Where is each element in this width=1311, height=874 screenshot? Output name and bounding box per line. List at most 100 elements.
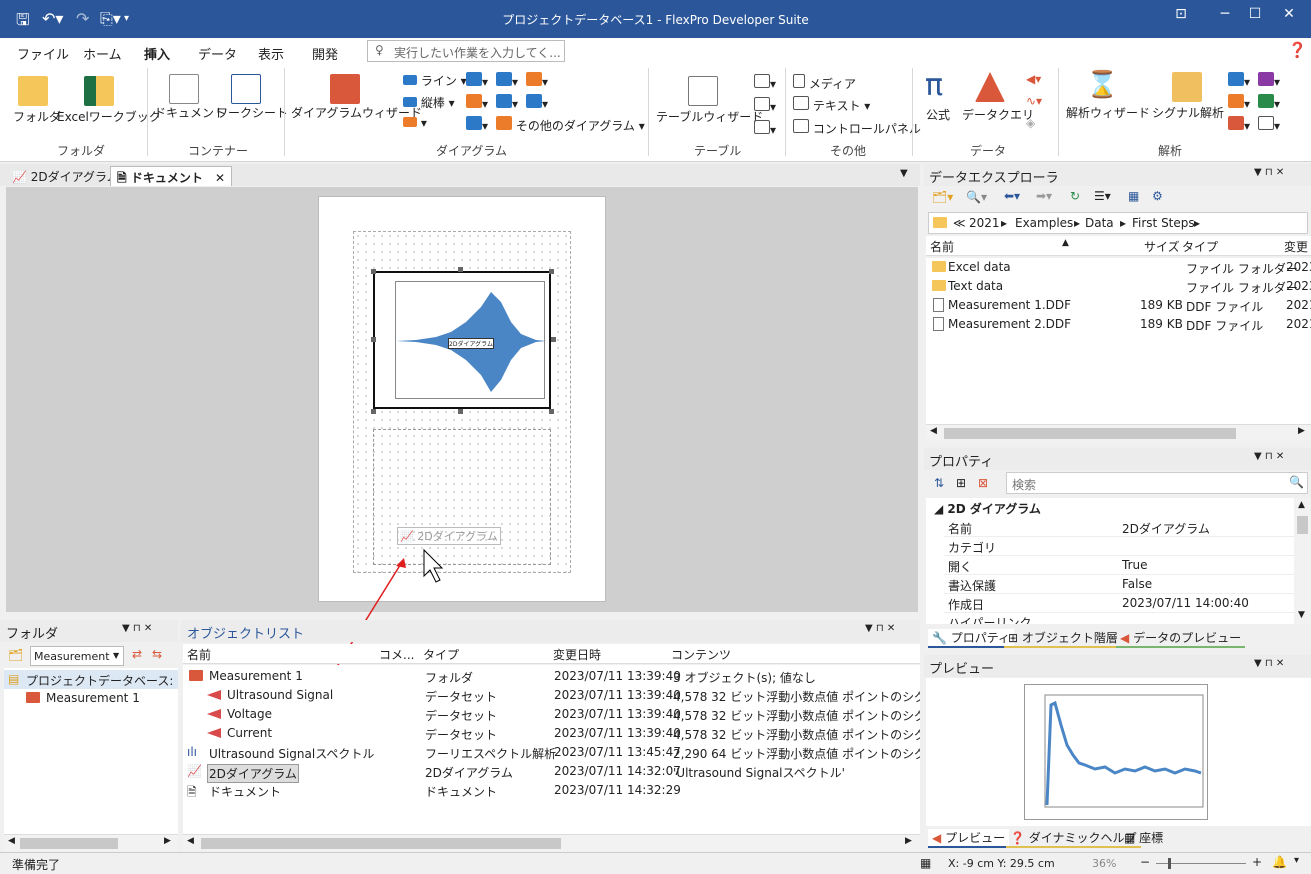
- folder-action1-icon[interactable]: ⇄: [132, 647, 142, 661]
- property-row[interactable]: 名前 2Dダイアグラム: [944, 518, 1294, 537]
- refresh-icon[interactable]: ↻: [1070, 189, 1080, 203]
- list-item[interactable]: Measurement 2.DDF189 KBDDF ファイル2021: [926, 315, 1311, 334]
- col-contents[interactable]: コンテンツ: [671, 646, 731, 663]
- filter-icon[interactable]: ⊠: [978, 476, 988, 490]
- tab-object-hierarchy[interactable]: ⊞ オブジェクト階層: [1004, 629, 1122, 648]
- folder-action2-icon[interactable]: ⇆: [152, 647, 162, 661]
- preview-header: プレビュー ▼ ⊓ ✕: [924, 655, 1311, 677]
- panel-menu-icon[interactable]: ▼ ⊓ ✕: [1254, 167, 1284, 178]
- folder-combo-value: Measurement: [34, 650, 110, 663]
- panel-menu-icon[interactable]: ▼ ⊓ ✕: [122, 623, 152, 634]
- property-row[interactable]: 作成日 2023/07/11 14:00:40: [944, 594, 1294, 613]
- folder-combo[interactable]: Measurement ▼: [30, 646, 124, 666]
- scroll-up-icon[interactable]: ▲: [1298, 500, 1305, 510]
- scroll-left-icon[interactable]: ◀: [8, 836, 15, 846]
- col-type[interactable]: タイプ: [1182, 238, 1218, 255]
- col-size[interactable]: サイズ: [1144, 238, 1180, 255]
- property-row[interactable]: 書込保護 False: [944, 575, 1294, 594]
- properties-vscrollbar[interactable]: ▲ ▼: [1294, 498, 1311, 624]
- breadcrumb-2021[interactable]: 2021: [969, 216, 1000, 230]
- categorize-icon[interactable]: ⊞: [956, 476, 966, 490]
- property-row[interactable]: カテゴリ: [944, 537, 1294, 556]
- list-item[interactable]: Measurement 1.DDF189 KBDDF ファイル2021: [926, 296, 1311, 315]
- panel-menu-icon[interactable]: ▼ ⊓ ✕: [1254, 658, 1284, 669]
- breadcrumb-first-steps[interactable]: First Steps: [1132, 216, 1195, 230]
- folder-up-icon[interactable]: 🗂▾: [932, 190, 953, 204]
- table-row[interactable]: 📈 2Dダイアグラム 2Dダイアグラム 2023/07/11 14:32:07 'Ult…: [183, 762, 920, 783]
- tab-preview[interactable]: ◀ プレビュー: [928, 829, 1010, 848]
- back-icon[interactable]: ⬅▾: [1004, 189, 1020, 203]
- object-list-header: オブジェクトリスト ▼ ⊓ ✕: [181, 620, 920, 642]
- properties-search-input[interactable]: 検索 🔍: [1006, 472, 1308, 494]
- chevron-right-icon: ▸: [1194, 216, 1201, 230]
- scroll-thumb[interactable]: [1297, 516, 1308, 534]
- scroll-left-icon[interactable]: ◀: [187, 836, 194, 846]
- list-item[interactable]: Excel dataファイル フォルダー2023: [926, 258, 1311, 277]
- table-row[interactable]: Measurement 1 フォルダ 2023/07/11 13:39:40 3 オブ…: [183, 667, 920, 686]
- chevron-right-icon: ▸: [1001, 216, 1008, 230]
- col-name[interactable]: 名前: [930, 238, 954, 255]
- breadcrumb-examples[interactable]: Examples: [1015, 216, 1073, 230]
- file-icon: [933, 298, 944, 312]
- gear-icon[interactable]: ⚙: [1152, 189, 1163, 203]
- table-row[interactable]: 🗎 ドキュメント ドキュメント 2023/07/11 14:32:29: [183, 781, 920, 800]
- preview-tabs: ◀ プレビュー ❓ ダイナミックヘルプ ▦ 座標: [924, 826, 1311, 848]
- table-row[interactable]: ılı Ultrasound Signalスペクトル フーリエスペクトル解析 2023…: [183, 743, 920, 762]
- notification-icon[interactable]: 🔔: [1272, 855, 1287, 869]
- tab-properties[interactable]: 🔧 プロパティ: [928, 629, 1015, 648]
- panel-menu-icon[interactable]: ▼ ⊓ ✕: [865, 623, 895, 634]
- list-item[interactable]: Text dataファイル フォルダー2023: [926, 277, 1311, 296]
- zoom-in-button[interactable]: +: [1252, 855, 1262, 869]
- breadcrumb-back[interactable]: ≪: [953, 216, 966, 230]
- search-files-icon[interactable]: 🔍▾: [966, 190, 987, 204]
- scroll-down-icon[interactable]: ▼: [1298, 610, 1305, 620]
- zoom-out-button[interactable]: −: [1140, 855, 1150, 869]
- properties-toolbar: ⇅ ⊞ ⊠ 検索 🔍: [926, 472, 1311, 496]
- property-grid: ◢ 2D ダイアグラム 名前 2Dダイアグラム カテゴリ 開く True 書込保護 F…: [926, 498, 1294, 624]
- panel-menu-icon[interactable]: ▼ ⊓ ✕: [1254, 451, 1284, 462]
- drag-arrow-head: [396, 558, 406, 568]
- folder-up-icon[interactable]: 🗂: [8, 648, 23, 662]
- scroll-thumb[interactable]: [20, 838, 118, 849]
- view-mode-icon[interactable]: ☰▾: [1094, 189, 1111, 203]
- explorer-hscrollbar[interactable]: ◀ ▶: [926, 424, 1311, 441]
- tab-coordinates[interactable]: ▦ 座標: [1120, 829, 1167, 846]
- tree-item[interactable]: Measurement 1: [4, 689, 178, 708]
- folder-toolbar: 🗂 Measurement ▼ ⇄ ⇆: [0, 644, 178, 668]
- forward-icon[interactable]: ➡▾: [1036, 189, 1052, 203]
- tree-root[interactable]: ▤プロジェクトデータベース: 'プロジェ: [4, 670, 178, 689]
- folder-tree: ▤プロジェクトデータベース: 'プロジェ Measurement 1: [4, 668, 178, 834]
- folder-hscrollbar[interactable]: ◀ ▶: [4, 834, 178, 851]
- col-comment[interactable]: コメ...: [379, 646, 414, 663]
- tab-data-preview[interactable]: ◀ データのプレビュー: [1116, 629, 1246, 648]
- zoom-slider-thumb[interactable]: [1168, 858, 1171, 869]
- breadcrumb-data[interactable]: Data: [1085, 216, 1114, 230]
- preview-icon: ◀: [932, 831, 942, 845]
- explorer-title: データエクスプローラ: [929, 171, 1059, 186]
- table-row[interactable]: Voltage データセット 2023/07/11 13:39:40 4,578 32…: [183, 705, 920, 724]
- col-modified[interactable]: 変更日時: [553, 646, 601, 663]
- col-name[interactable]: 名前: [187, 646, 211, 663]
- scroll-right-icon[interactable]: ▶: [1298, 426, 1305, 436]
- object-list-hscrollbar[interactable]: ◀ ▶: [183, 834, 920, 851]
- col-type[interactable]: タイプ: [423, 646, 459, 663]
- sort-az-icon[interactable]: ⇅: [934, 476, 944, 490]
- col-modified[interactable]: 変更: [1284, 238, 1308, 255]
- scroll-right-icon[interactable]: ▶: [164, 836, 171, 846]
- scroll-right-icon[interactable]: ▶: [905, 836, 912, 846]
- scroll-thumb[interactable]: [944, 428, 1236, 439]
- table-row[interactable]: Current データセット 2023/07/11 13:39:40 4,578 32…: [183, 724, 920, 743]
- property-row[interactable]: ハイパーリンク: [944, 612, 1294, 624]
- object-list-title: オブジェクトリスト: [187, 627, 305, 642]
- scroll-left-icon[interactable]: ◀: [930, 426, 937, 436]
- explorer-rows: Excel dataファイル フォルダー2023 Text dataファイル フ…: [926, 258, 1311, 428]
- object-list-rows: Measurement 1 フォルダ 2023/07/11 13:39:40 3 オブ…: [183, 665, 920, 834]
- help-icon: ❓: [1010, 831, 1025, 845]
- folder-icon: [932, 280, 946, 291]
- calculator-icon[interactable]: ▦: [1128, 189, 1139, 203]
- document-icon: 🗎: [187, 785, 197, 799]
- scroll-thumb[interactable]: [201, 838, 561, 849]
- status-menu-icon[interactable]: ▾: [1294, 855, 1299, 866]
- property-row[interactable]: 開く True: [944, 556, 1294, 575]
- table-row[interactable]: Ultrasound Signal データセット 2023/07/11 13:39:…: [183, 686, 920, 705]
